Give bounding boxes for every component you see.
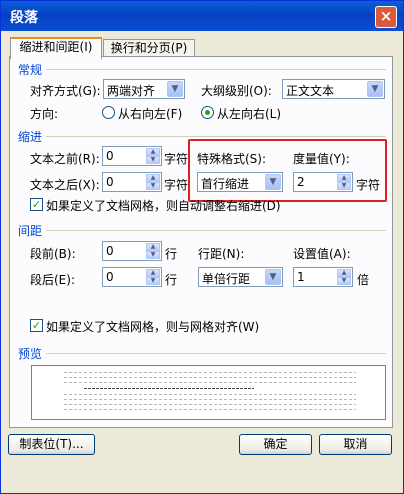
spacing-before-label: 段前(B): <box>30 247 76 261</box>
alignment-label: 对齐方式(G): <box>30 84 101 98</box>
arrow-up-icon[interactable]: ▲ <box>146 174 160 182</box>
indent-after-label: 文本之后(X): <box>30 178 100 192</box>
outline-level-label: 大纲级别(O): <box>201 84 272 98</box>
preview-line <box>64 377 356 378</box>
auto-adjust-label[interactable]: 如果定义了文档网格，则自动调整右缩进(D) <box>46 197 281 214</box>
outline-level-value: 正文文本 <box>286 84 335 98</box>
arrow-down-icon[interactable]: ▼ <box>146 251 160 259</box>
section-indent: 缩进 <box>18 130 43 144</box>
spinner-buttons: ▲ ▼ <box>146 243 160 259</box>
ok-button[interactable]: 确定 <box>239 434 312 455</box>
preview-line <box>64 382 356 383</box>
line-spacing-label: 行距(N): <box>198 247 245 261</box>
section-general: 常规 <box>18 63 43 77</box>
tab-stops-button[interactable]: 制表位(T)... <box>8 434 95 455</box>
outline-level-select[interactable]: 正文文本 ▼ <box>282 79 385 99</box>
direction-label: 方向: <box>30 107 59 121</box>
alignment-value: 两端对齐 <box>107 84 156 98</box>
ltr-label[interactable]: 从左向右(L) <box>217 105 281 122</box>
tab-line-page-breaks[interactable]: 换行和分页(P) <box>103 39 195 57</box>
spinner-buttons: ▲ ▼ <box>146 269 160 285</box>
arrow-down-icon[interactable]: ▼ <box>146 156 160 164</box>
arrow-up-icon[interactable]: ▲ <box>337 269 351 277</box>
preview-line <box>64 372 356 373</box>
arrow-down-icon[interactable]: ▼ <box>146 182 160 190</box>
set-value-label: 设置值(A): <box>293 247 351 261</box>
indent-before-label: 文本之前(R): <box>30 152 100 166</box>
paragraph-dialog: 段落 × 缩进和间距(I) 换行和分页(P) 常规 对齐方式(G): 两端对齐 … <box>0 0 404 494</box>
spacing-after-spinner[interactable]: 0 ▲ ▼ <box>102 267 162 287</box>
preview-line <box>64 394 356 395</box>
dialog-title: 段落 <box>10 10 38 26</box>
auto-adjust-checkbox[interactable]: ✓ <box>30 198 43 211</box>
arrow-down-icon[interactable]: ▼ <box>146 277 160 285</box>
preview-line <box>64 409 356 410</box>
divider <box>46 353 386 354</box>
chevron-down-icon[interactable]: ▼ <box>167 81 183 97</box>
divider <box>46 136 386 137</box>
close-icon: × <box>379 7 393 25</box>
indent-after-unit: 字符 <box>164 178 189 192</box>
arrow-down-icon[interactable]: ▼ <box>337 277 351 285</box>
preview-line <box>64 404 356 405</box>
divider <box>46 230 386 231</box>
snap-to-grid-checkbox[interactable]: ✓ <box>30 319 43 332</box>
alignment-select[interactable]: 两端对齐 ▼ <box>103 79 185 99</box>
set-value-value: 1 <box>297 270 305 284</box>
indent-before-unit: 字符 <box>164 152 189 166</box>
close-button[interactable]: × <box>375 6 397 28</box>
chevron-down-icon[interactable]: ▼ <box>367 81 383 97</box>
spacing-before-spinner[interactable]: 0 ▲ ▼ <box>102 241 162 261</box>
spinner-buttons: ▲ ▼ <box>337 269 351 285</box>
snap-to-grid-label[interactable]: 如果定义了文档网格，则与网格对齐(W) <box>46 318 259 335</box>
highlight-box <box>188 139 387 202</box>
section-spacing: 间距 <box>18 224 43 238</box>
spacing-after-value: 0 <box>106 270 114 284</box>
spacing-after-unit: 行 <box>165 273 178 287</box>
rtl-label[interactable]: 从右向左(F) <box>118 105 182 122</box>
rtl-radio[interactable] <box>102 106 115 119</box>
tab-indent-spacing[interactable]: 缩进和间距(I) <box>10 37 102 59</box>
indent-before-value: 0 <box>106 149 114 163</box>
set-value-spinner[interactable]: 1 ▲ ▼ <box>293 267 353 287</box>
spacing-after-label: 段后(E): <box>30 273 75 287</box>
indent-before-spinner[interactable]: 0 ▲ ▼ <box>102 146 162 166</box>
preview-box <box>31 365 386 420</box>
line-spacing-select[interactable]: 单倍行距 ▼ <box>198 267 283 287</box>
chevron-down-icon[interactable]: ▼ <box>265 269 281 285</box>
section-preview: 预览 <box>18 347 43 361</box>
preview-line <box>84 388 254 389</box>
spinner-buttons: ▲ ▼ <box>146 148 160 164</box>
indent-after-value: 0 <box>106 175 114 189</box>
title-bar[interactable]: 段落 × <box>1 1 403 31</box>
arrow-up-icon[interactable]: ▲ <box>146 269 160 277</box>
line-spacing-value: 单倍行距 <box>202 272 251 286</box>
arrow-up-icon[interactable]: ▲ <box>146 243 160 251</box>
divider <box>46 69 386 70</box>
spinner-buttons: ▲ ▼ <box>146 174 160 190</box>
cancel-button[interactable]: 取消 <box>319 434 392 455</box>
indent-after-spinner[interactable]: 0 ▲ ▼ <box>102 172 162 192</box>
arrow-up-icon[interactable]: ▲ <box>146 148 160 156</box>
ltr-radio[interactable] <box>201 106 214 119</box>
preview-line <box>64 399 356 400</box>
set-value-unit: 倍 <box>357 273 370 287</box>
spacing-before-unit: 行 <box>165 247 178 261</box>
spacing-before-value: 0 <box>106 244 114 258</box>
